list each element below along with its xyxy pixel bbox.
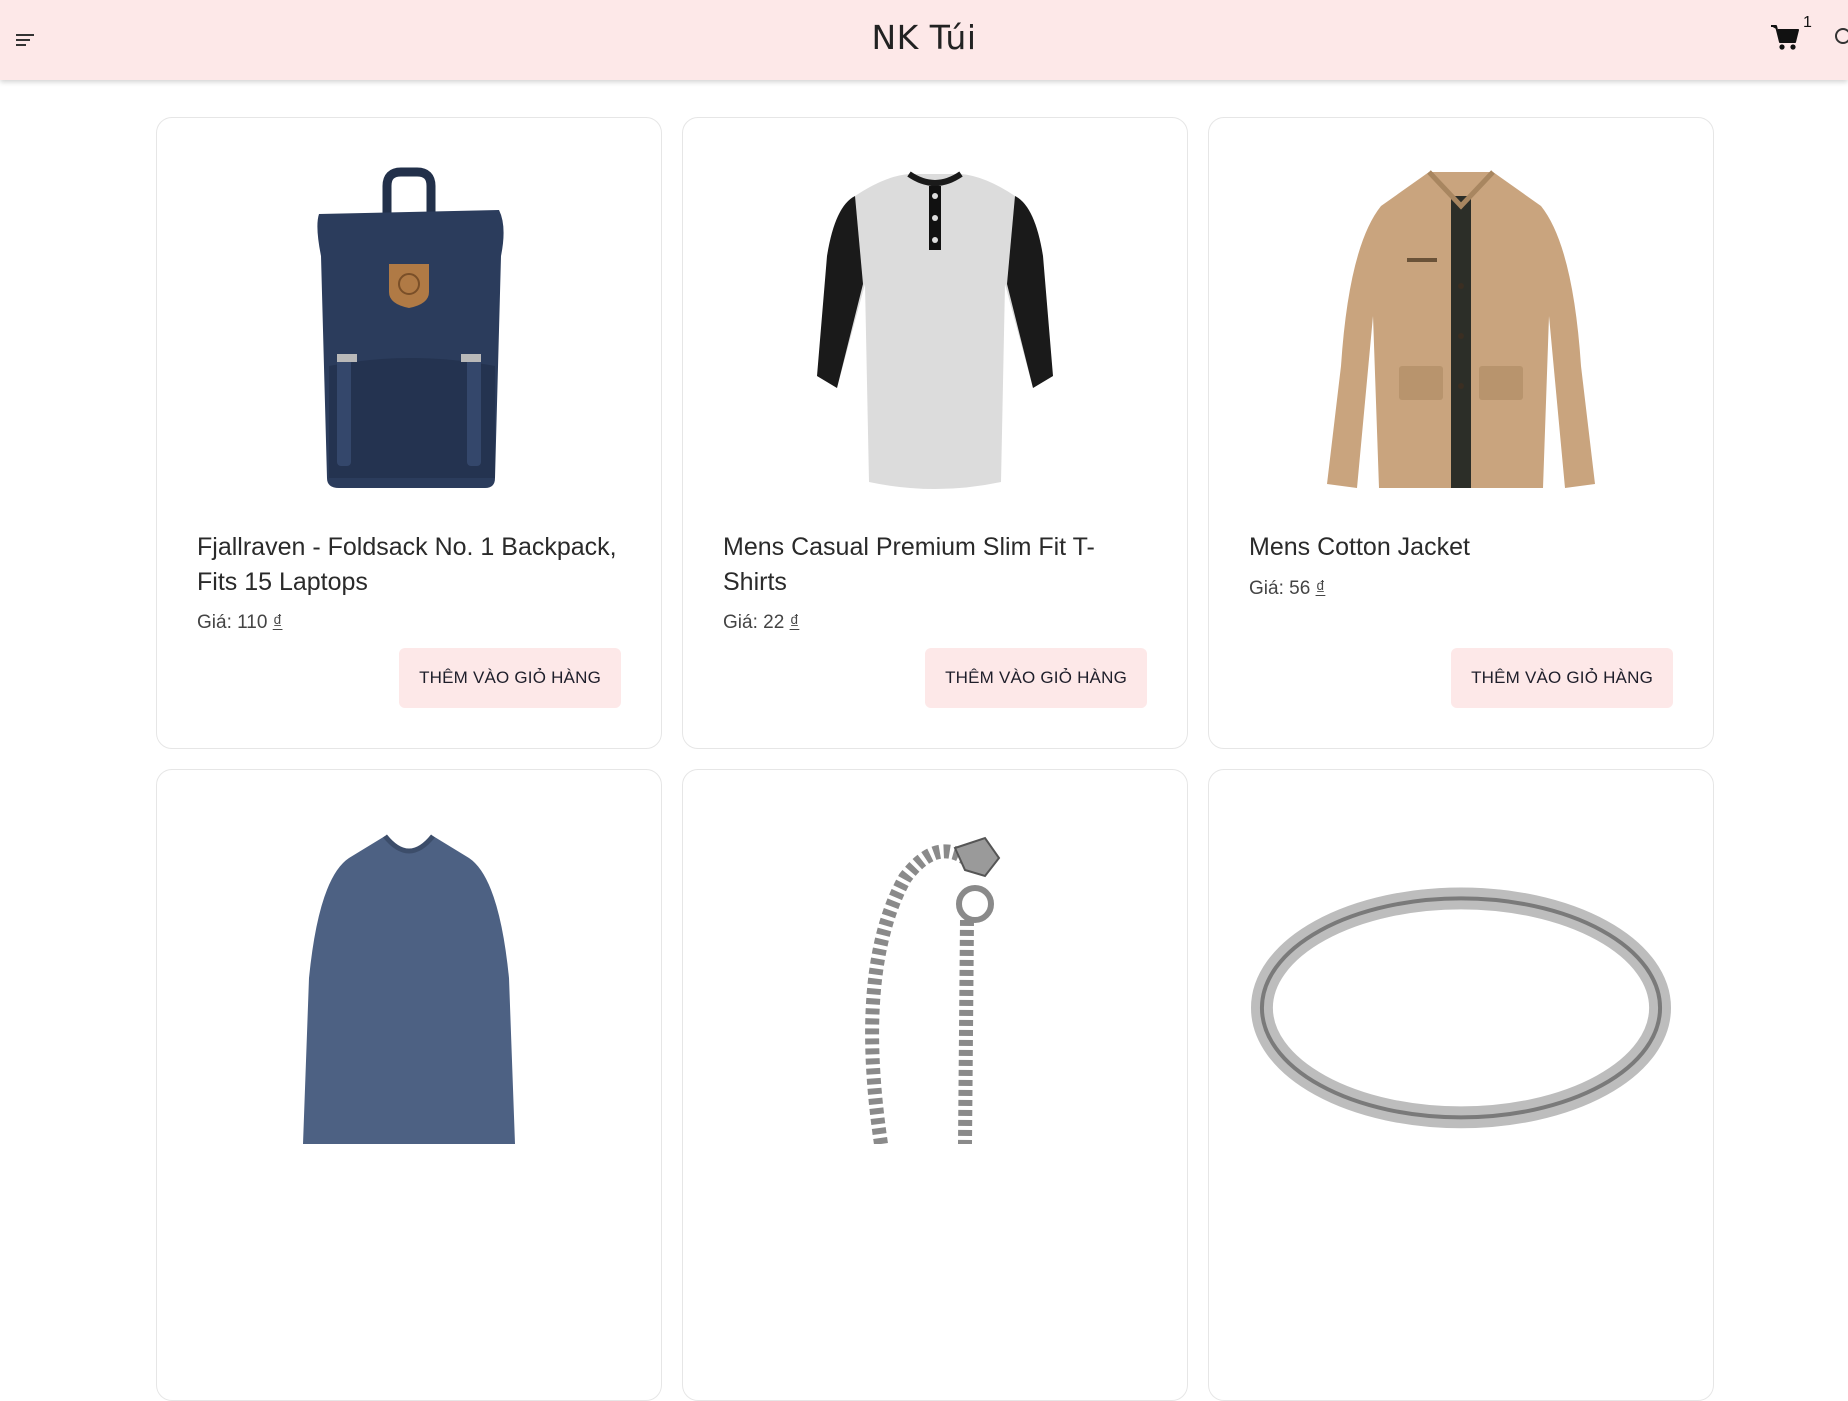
vneck-shirt-image [303,834,515,1144]
product-price: Giá: 110 ₫ [197,612,283,633]
product-card: Mens Cotton Jacket Giá: 56 ₫ THÊM VÀO GI… [1208,117,1714,749]
product-image[interactable] [723,166,1147,492]
backpack-image [317,167,504,488]
product-image[interactable] [1249,166,1673,492]
product-grid: Fjallraven - Foldsack No. 1 Backpack, Fi… [156,117,1714,1401]
product-card [682,769,1188,1401]
tshirt-image [817,171,1053,489]
product-card: Fjallraven - Foldsack No. 1 Backpack, Fi… [156,117,662,749]
product-title[interactable]: Fjallraven - Foldsack No. 1 Backpack, Fi… [197,530,621,600]
product-image[interactable] [1249,818,1673,1144]
add-to-cart-button[interactable]: THÊM VÀO GIỎ HÀNG [925,648,1147,708]
product-card: Mens Casual Premium Slim Fit T-Shirts Gi… [682,117,1188,749]
search-icon[interactable] [1834,27,1848,49]
product-price: Giá: 56 ₫ [1249,578,1326,599]
product-image[interactable] [723,818,1147,1144]
product-image[interactable] [197,818,621,1144]
site-logo[interactable]: NK Túi [0,18,1848,57]
ring-image [1250,887,1672,1129]
shopping-cart-icon[interactable] [1770,24,1804,56]
add-to-cart-button[interactable]: THÊM VÀO GIỎ HÀNG [399,648,621,708]
bracelet-image [865,836,1001,1144]
product-price: Giá: 22 ₫ [723,612,800,633]
product-title[interactable]: Mens Casual Premium Slim Fit T-Shirts [723,530,1147,600]
product-image[interactable] [197,166,621,492]
jacket-image [1327,170,1595,488]
product-title[interactable]: Mens Cotton Jacket [1249,530,1673,565]
product-card [156,769,662,1401]
add-to-cart-button[interactable]: THÊM VÀO GIỎ HÀNG [1451,648,1673,708]
product-card [1208,769,1714,1401]
top-app-bar: NK Túi 1 [0,0,1848,80]
cart-count-badge: 1 [1803,14,1812,31]
